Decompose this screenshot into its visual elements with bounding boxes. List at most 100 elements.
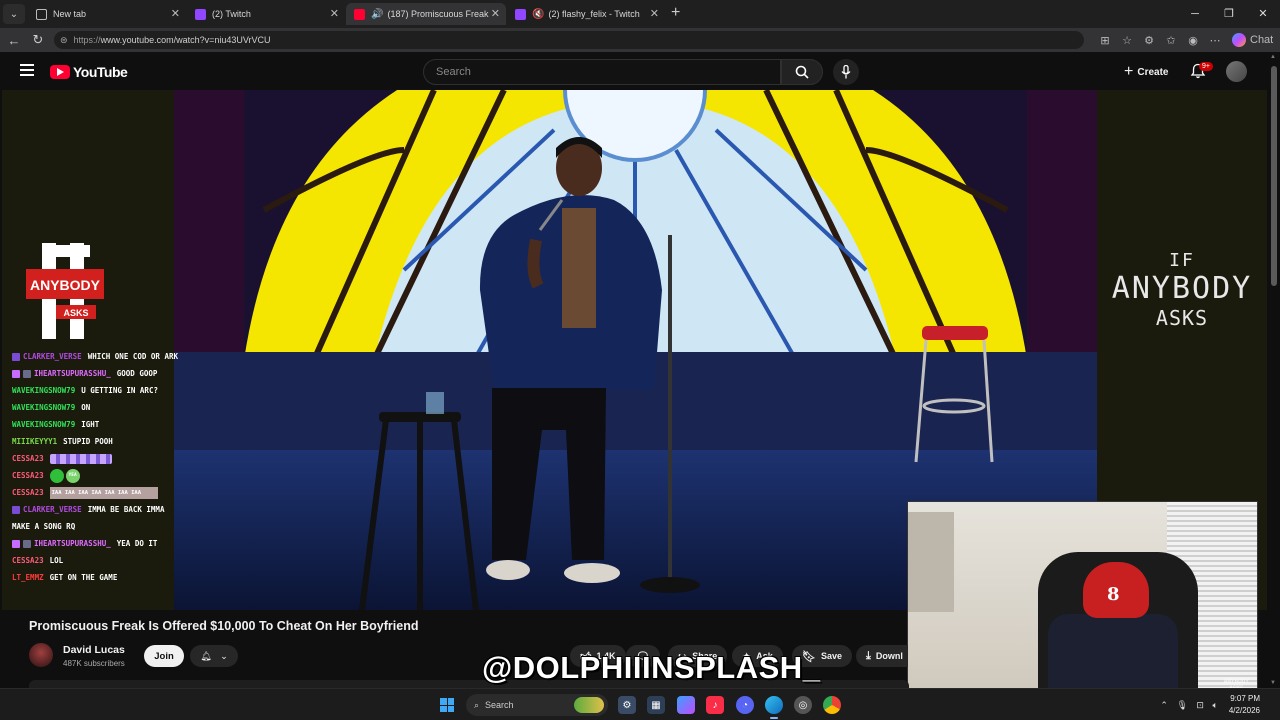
close-icon[interactable]: ✕ <box>491 7 500 20</box>
chat-username: wavekingsnow79 <box>12 386 76 395</box>
address-toolbar: ← ↻ ⊜ https://www.youtube.com/watch?v=ni… <box>0 28 1280 52</box>
chat-message: cessa23 IAA IAA IAA IAA IAA IAA IAA <box>12 484 212 501</box>
discord-app-icon[interactable]: ◔ <box>736 696 754 714</box>
right-logo-line3: ASKS <box>1155 306 1209 330</box>
settings-app-icon[interactable]: ⚙ <box>618 696 636 714</box>
extensions-icon[interactable]: ⚙ <box>1138 34 1160 47</box>
create-button[interactable]: + Create <box>1116 61 1178 83</box>
channel-name[interactable]: David Lucas <box>63 644 125 656</box>
copilot-app-icon[interactable] <box>677 696 695 714</box>
search-input[interactable] <box>423 59 781 85</box>
tab-actions-menu[interactable]: ⌄ <box>3 4 25 24</box>
more-menu-icon[interactable]: ⋯ <box>1204 34 1226 47</box>
address-bar[interactable]: ⊜ https://www.youtube.com/watch?v=niu43U… <box>54 31 1084 49</box>
chat-message: cessa23 YEA <box>12 467 212 484</box>
profile-icon[interactable]: ◉ <box>1182 34 1204 47</box>
tab-label: New tab <box>53 9 87 19</box>
page-scrollbar[interactable]: ▲ ▼ <box>1270 52 1278 688</box>
chat-text: good goop <box>116 369 158 378</box>
toolbar-icons: ⊞ ☆ ⚙ ✩ ◉ ⋯ Chat <box>1094 28 1280 52</box>
chat-text: u getting in arc? <box>81 386 158 395</box>
app-available-icon[interactable]: ⊞ <box>1094 34 1116 47</box>
taskbar-search-label: Search <box>485 700 514 710</box>
new-tab-button[interactable]: + <box>671 4 680 22</box>
menu-icon[interactable] <box>20 64 34 76</box>
bell-icon: 🔔︎ <box>200 650 212 661</box>
muted-speaker-icon[interactable]: 🔇 <box>532 9 544 20</box>
clock-time: 9:07 PM <box>1230 694 1260 703</box>
volume-icon[interactable]: 🔈︎ <box>1212 700 1217 710</box>
favorite-star-icon[interactable]: ☆ <box>1116 34 1138 47</box>
taskbar-clock[interactable]: 9:07 PM 4/2/2026 <box>1229 693 1260 717</box>
if-anybody-asks-logo: ANYBODY ASKS <box>26 243 104 339</box>
scroll-up-icon[interactable]: ▲ <box>1270 54 1276 60</box>
search-button[interactable] <box>781 59 823 85</box>
close-icon[interactable]: ✕ <box>171 7 180 20</box>
chat-badge-icon <box>12 505 20 514</box>
window-controls: ─ ❐ ✕ <box>1178 0 1280 28</box>
favorites-icon[interactable]: ✩ <box>1160 34 1182 47</box>
edge-app-icon[interactable] <box>765 696 783 719</box>
chat-username: Clarker_Verse <box>23 505 82 514</box>
voice-search-button[interactable] <box>833 59 859 85</box>
chat-badge-icon <box>23 369 31 378</box>
subscription-bell-button[interactable]: 🔔︎ ⌄ <box>190 645 238 667</box>
close-icon[interactable]: ✕ <box>650 7 659 20</box>
chat-badge-icon <box>12 352 20 361</box>
scroll-down-icon[interactable]: ▼ <box>1270 680 1276 686</box>
copilot-chat-button[interactable]: Chat <box>1232 33 1273 47</box>
right-logo-line2: ANYBODY <box>1111 271 1253 306</box>
channel-avatar[interactable] <box>29 643 53 667</box>
music-app-icon[interactable]: ♪ <box>706 696 724 714</box>
subscriber-count: 487K subscribers <box>63 659 125 668</box>
chat-message: wavekingsnow79 ight <box>12 416 212 433</box>
join-button[interactable]: Join <box>144 645 184 667</box>
browser-tab-bar: ⌄ New tab ✕ (2) Twitch ✕ 🔊 (187) Promisc… <box>0 0 1280 28</box>
scrollbar-thumb[interactable] <box>1271 66 1277 286</box>
tab-flashy-felix[interactable]: 🔇 (2) flashy_felix - Twitch ✕ <box>507 3 665 25</box>
account-avatar[interactable] <box>1226 61 1247 82</box>
youtube-play-icon <box>50 65 70 79</box>
tab-twitch[interactable]: (2) Twitch ✕ <box>187 3 345 25</box>
tab-new-tab[interactable]: New tab ✕ <box>28 3 186 25</box>
start-menu-icon[interactable] <box>440 698 454 712</box>
restore-button[interactable]: ❐ <box>1212 0 1246 28</box>
chat-emote <box>49 453 112 464</box>
store-app-icon[interactable]: ▦ <box>647 696 665 714</box>
streamer-shirt <box>1048 614 1178 696</box>
taskbar-search[interactable]: ⌕ Search <box>466 694 608 716</box>
mic-tray-icon[interactable]: 🎙︎ <box>1176 700 1187 710</box>
url-text: www.youtube.com/watch?v=niu43UVrVCU <box>100 35 271 45</box>
close-icon[interactable]: ✕ <box>330 7 339 20</box>
chevron-up-icon[interactable]: ⌃ <box>1160 700 1168 710</box>
speaker-icon[interactable]: 🔊 <box>371 9 383 20</box>
microphone-icon <box>841 65 851 79</box>
right-logo-line1: IF <box>1169 250 1195 271</box>
url-scheme: https:// <box>73 35 101 45</box>
search-highlight-art <box>574 697 604 713</box>
youtube-logo[interactable]: YouTube <box>50 64 128 80</box>
back-icon[interactable]: ← <box>2 33 26 48</box>
network-icon[interactable]: ⊡ <box>1196 700 1204 710</box>
search-icon <box>795 65 809 79</box>
cap-logo: 8 <box>1107 584 1120 605</box>
windows-taskbar: ⌕ Search ⚙ ▦ ♪ ◔ ◎ ⌃ 🎙︎ ⊡ 🔈︎ 9:07 PM 4/2… <box>0 688 1280 720</box>
chat-text: Stupid Pooh <box>63 437 113 446</box>
chat-text: get on the game <box>49 573 118 582</box>
chat-username: iheartsupurasshu_ <box>34 369 111 378</box>
chat-username: miiikeyyy1 <box>12 437 58 446</box>
tab-youtube-active[interactable]: 🔊 (187) Promiscuous Freak Is Of ✕ <box>346 3 506 25</box>
minimize-button[interactable]: ─ <box>1178 0 1212 28</box>
search-icon: ⌕ <box>474 699 480 710</box>
site-info-icon[interactable]: ⊜ <box>60 35 68 46</box>
streamer-webcam: 8 ANYBODY ASKS <box>907 501 1258 697</box>
close-window-button[interactable]: ✕ <box>1246 0 1280 28</box>
chrome-app-icon[interactable] <box>823 696 841 714</box>
download-button[interactable]: ⤓ Downl <box>856 645 908 667</box>
copilot-icon <box>1232 33 1246 47</box>
stream-chat-overlay: Clarker_Verse Which one cod or ark ihearts… <box>12 348 212 586</box>
refresh-icon[interactable]: ↻ <box>26 32 50 48</box>
steam-app-icon[interactable]: ◎ <box>794 696 812 714</box>
chat-message: iheartsupurasshu_ yea do it <box>12 535 212 552</box>
chevron-down-icon: ⌄ <box>220 650 228 661</box>
